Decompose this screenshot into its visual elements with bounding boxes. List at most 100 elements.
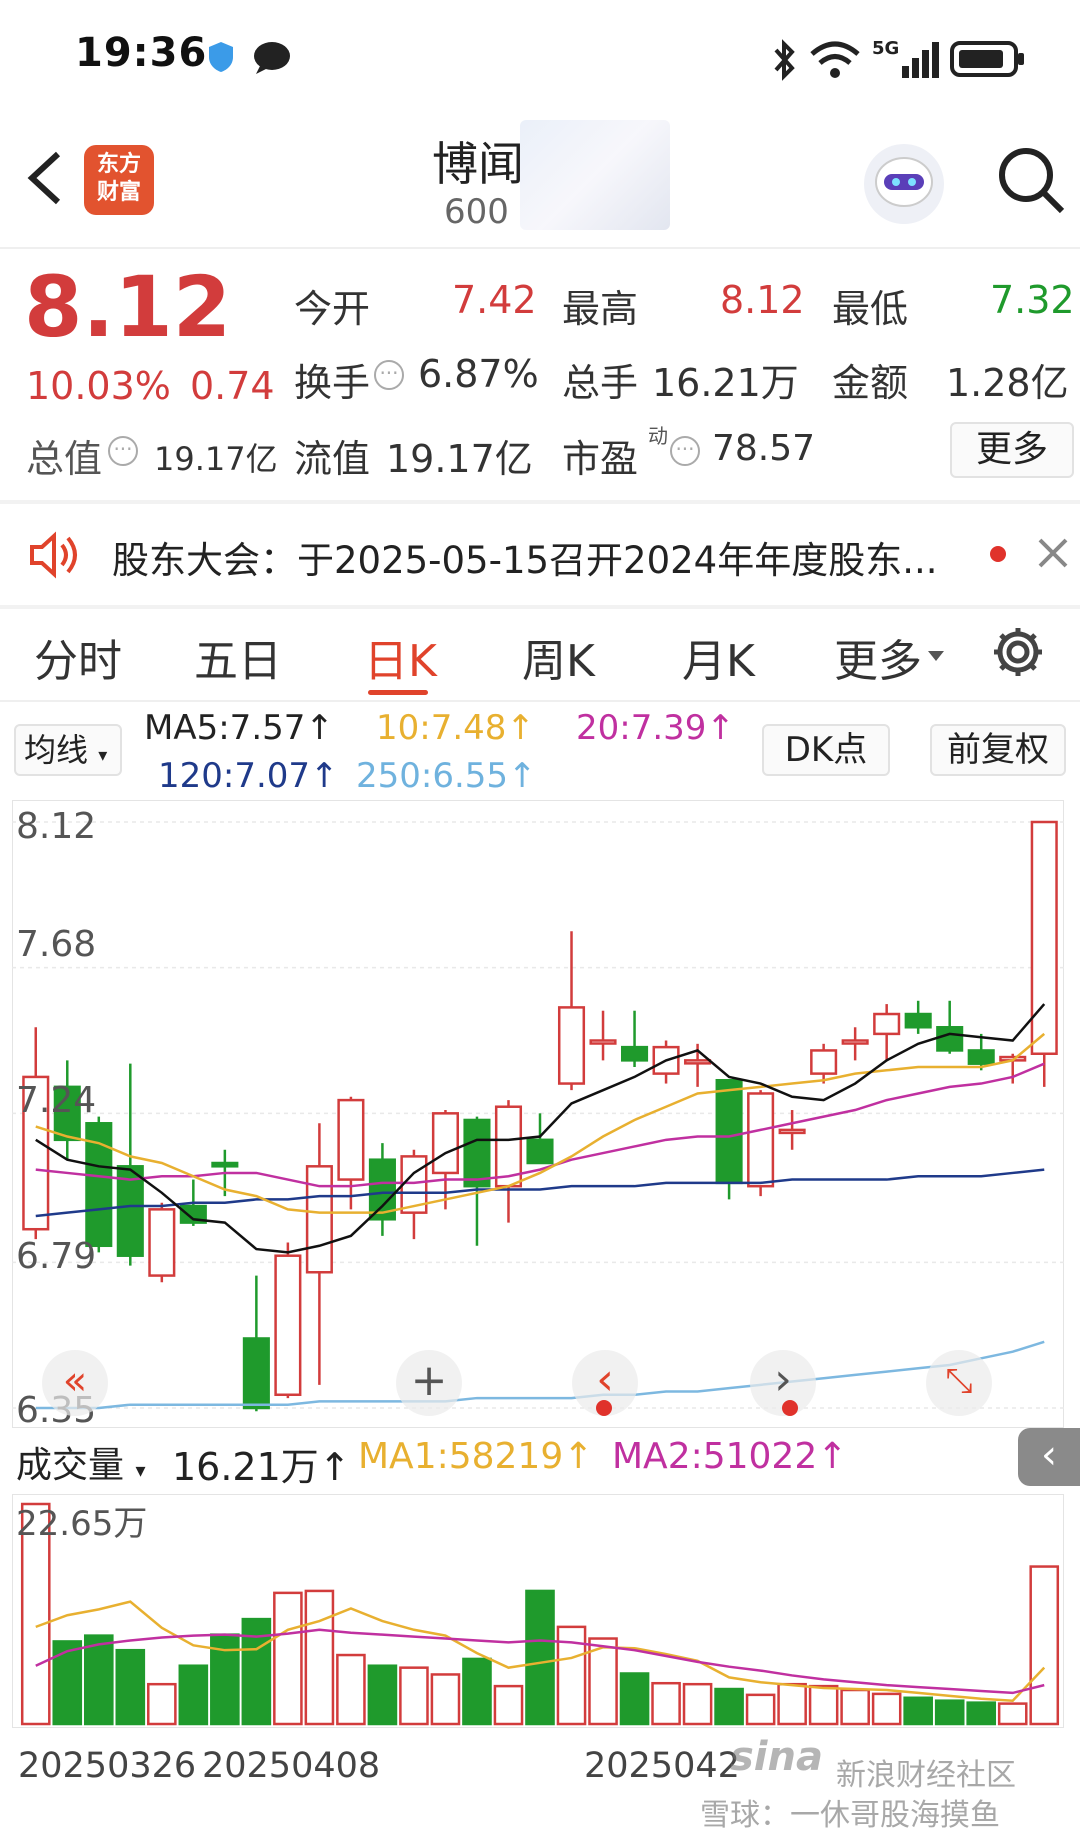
turnover-value: 6.87% [418, 352, 539, 396]
ma120-label: 120:7.07↑ [158, 756, 339, 796]
close-icon[interactable] [1036, 536, 1070, 570]
candle-body [211, 1161, 239, 1168]
volume-bar [147, 1682, 177, 1726]
volume-bar [430, 1673, 461, 1726]
x-label-0: 20250326 [18, 1746, 197, 1786]
volume-chart[interactable] [12, 1494, 1064, 1728]
open-label: 今开 [294, 287, 371, 331]
x-label-2: 2025042 [584, 1746, 740, 1786]
zoom-in-icon[interactable]: + [396, 1350, 462, 1416]
kline-chart[interactable] [12, 800, 1064, 1428]
mktcap-label: 总值 [26, 437, 103, 481]
y-tick-0: 8.12 [16, 806, 97, 847]
mktcap-value: 19.17亿 [154, 440, 278, 478]
volume-bar [651, 1681, 681, 1726]
fullscreen-icon[interactable]: ⤡ [926, 1350, 992, 1416]
x-label-1: 20250408 [202, 1746, 381, 1786]
volume-bar [493, 1684, 524, 1726]
info-icon[interactable]: ··· [374, 360, 404, 390]
chevron-down-icon: ▾ [135, 1458, 146, 1482]
ma250-label: 250:6.55↑ [356, 756, 537, 796]
section-gap [0, 605, 1080, 609]
more-button[interactable]: 更多 [950, 422, 1074, 478]
float-label: 流值 [294, 437, 371, 481]
y-tick-2: 7.24 [16, 1080, 97, 1121]
tab-intraday[interactable]: 分时 [34, 625, 122, 689]
volume-bar [934, 1699, 965, 1726]
dk-point-button[interactable]: DK点 [762, 724, 890, 776]
volume-bar [777, 1682, 807, 1726]
candle-body [526, 1138, 554, 1165]
ma10-label: 10:7.48↑ [376, 708, 535, 748]
candle-body [148, 1208, 176, 1277]
adjust-button[interactable]: 前复权 [930, 724, 1066, 776]
float-value: 19.17亿 [386, 437, 533, 481]
volume-bar [178, 1664, 209, 1726]
volume-bar [997, 1702, 1028, 1726]
pe-sup: 动 [648, 424, 668, 448]
low-label: 最低 [832, 287, 909, 331]
gear-icon[interactable] [990, 624, 1046, 680]
shield-icon [206, 40, 236, 74]
volume-bar [115, 1648, 146, 1726]
candle-body [242, 1337, 270, 1410]
volume-bar [840, 1688, 870, 1726]
volume-max-label: 22.65万 [16, 1504, 148, 1544]
vol-ma2-label: MA2:51022↑ [612, 1436, 848, 1477]
volume-bar [966, 1701, 997, 1726]
info-icon[interactable]: ··· [670, 436, 700, 466]
volume-bar [52, 1640, 83, 1726]
tab-five-day[interactable]: 五日 [194, 625, 282, 689]
signal-5g-icon: 5G [872, 36, 942, 82]
candle-body [589, 1039, 617, 1045]
candle-body [904, 1012, 932, 1029]
volume-bar [745, 1693, 776, 1726]
stock-name: 博闻 [432, 137, 524, 191]
ma20-label: 20:7.39↑ [576, 708, 735, 748]
volume-selector[interactable]: 成交量 ▾ [16, 1436, 146, 1488]
turnover-label: 换手 [294, 361, 371, 405]
ma250-line [35, 1340, 1045, 1410]
ma5-label: MA5:7.57↑ [144, 708, 334, 748]
back-button[interactable] [22, 148, 66, 208]
site-watermark: 新浪财经社区 [836, 1758, 1016, 1793]
name-blur [520, 120, 670, 230]
volume-value: 16.21万 [652, 361, 799, 405]
candle-body [431, 1112, 459, 1175]
unread-dot [990, 546, 1006, 562]
candle-body [778, 1128, 806, 1135]
tab-daily-k[interactable]: 日K [364, 625, 437, 689]
tab-monthly-k[interactable]: 月K [682, 625, 755, 689]
candle-body [305, 1165, 333, 1274]
candle-body [557, 1006, 586, 1085]
logo-line2: 财富 [96, 180, 141, 205]
candle-body [841, 1039, 869, 1045]
dk-point-label: DK点 [784, 730, 868, 770]
volume-bar [83, 1634, 114, 1726]
notice-text[interactable]: 股东大会：于2025-05-15召开2024年年度股东... [112, 530, 937, 584]
low-value: 7.32 [990, 278, 1075, 322]
candle-body [621, 1045, 649, 1062]
svg-text:5G: 5G [872, 38, 899, 59]
tab-more[interactable]: 更多 [834, 625, 922, 689]
info-icon[interactable]: ··· [108, 436, 138, 466]
volume-bar [714, 1687, 744, 1726]
candle-body [715, 1078, 743, 1185]
search-icon[interactable] [996, 145, 1066, 215]
ma-selector[interactable]: 均线 ▾ [14, 724, 122, 776]
candle-body [684, 1059, 712, 1065]
snowball-watermark: 雪球：一休哥股海摸鱼 [700, 1798, 1000, 1831]
robot-avatar-icon[interactable] [862, 142, 946, 226]
volume-bar [1029, 1565, 1060, 1726]
wifi-icon [808, 36, 862, 82]
scroll-left-fast-icon[interactable]: « [42, 1350, 108, 1416]
collapse-panel-button[interactable]: ‹ [1018, 1428, 1080, 1486]
tab-weekly-k[interactable]: 周K [522, 625, 595, 689]
unread-dot [782, 1400, 798, 1416]
candle-body [337, 1098, 365, 1181]
volume-bar [273, 1591, 303, 1726]
volume-current: 16.21万↑ [172, 1445, 351, 1489]
amount-value: 1.28亿 [946, 361, 1069, 405]
app-logo[interactable]: 东方 财富 [84, 145, 154, 215]
change-abs: 0.74 [190, 364, 275, 408]
